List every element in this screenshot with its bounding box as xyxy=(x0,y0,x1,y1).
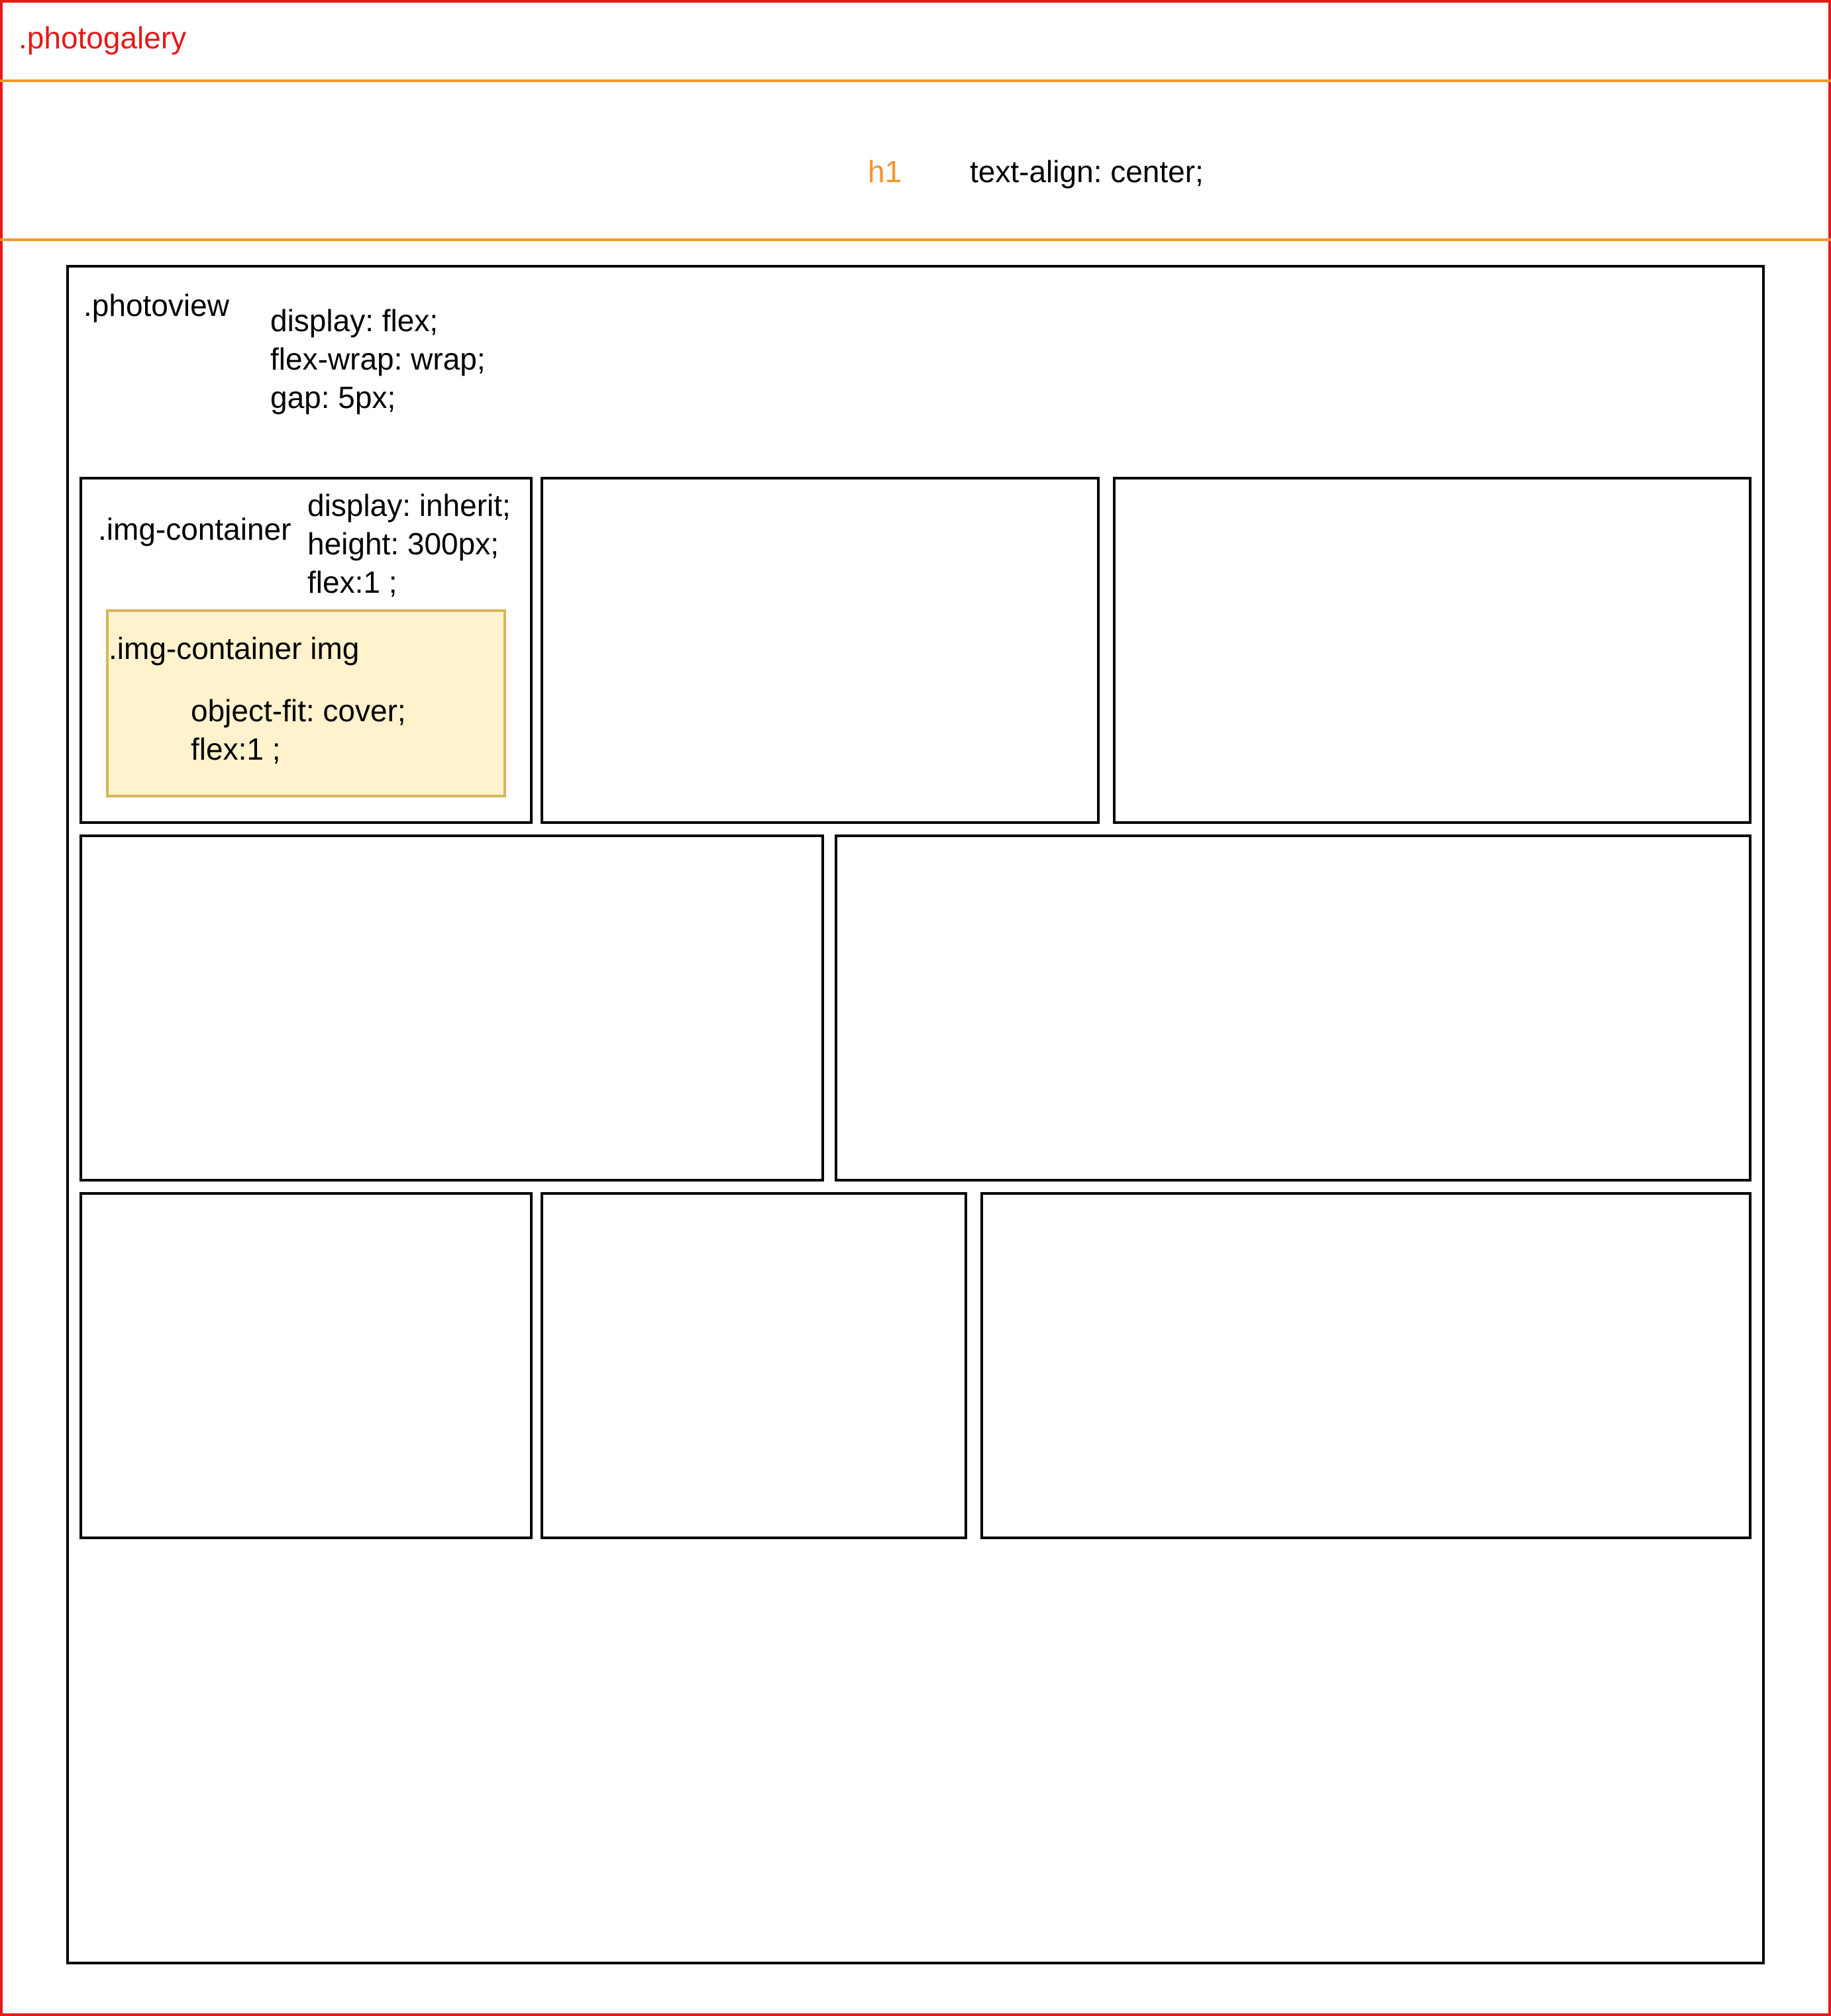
photoview-css-line: flex-wrap: wrap; xyxy=(270,342,486,376)
img-container-box xyxy=(541,477,1100,824)
img-container-box xyxy=(980,1192,1752,1539)
img-container-css: display: inherit; height: 300px; flex:1 … xyxy=(307,486,511,601)
img-css: object-fit: cover; flex:1 ; xyxy=(191,691,406,768)
photoview-label: .photoview xyxy=(83,288,229,323)
img-css-line: object-fit: cover; xyxy=(191,693,406,728)
h1-label: h1 xyxy=(868,154,902,189)
img-container-css-line: display: inherit; xyxy=(307,488,511,523)
img-container-css-line: flex:1 ; xyxy=(307,565,397,599)
img-container-box xyxy=(1113,477,1752,824)
img-container-box xyxy=(541,1192,967,1539)
img-container-box xyxy=(79,834,824,1182)
img-container-label: .img-container xyxy=(98,512,291,546)
img-container-css-line: height: 300px; xyxy=(307,527,499,561)
img-label: .img-container img xyxy=(109,631,360,666)
photoview-css: display: flex; flex-wrap: wrap; gap: 5px… xyxy=(270,301,486,417)
img-css-line: flex:1 ; xyxy=(191,732,281,766)
photogalery-label: .photogalery xyxy=(19,21,187,55)
photoview-css-line: gap: 5px; xyxy=(270,380,396,415)
img-container-box xyxy=(835,834,1752,1182)
img-container-box xyxy=(79,1192,533,1539)
h1-css: text-align: center; xyxy=(970,154,1204,189)
h1-band xyxy=(0,79,1831,241)
photoview-css-line: display: flex; xyxy=(270,303,439,338)
